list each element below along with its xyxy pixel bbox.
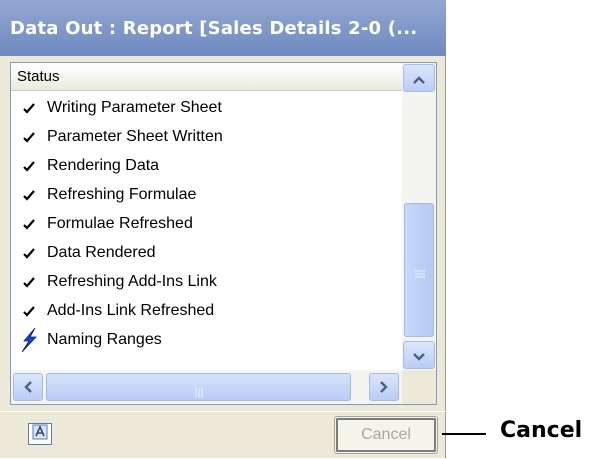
scrollbar-corner bbox=[402, 370, 436, 404]
list-item[interactable]: Refreshing Formulae bbox=[11, 180, 403, 209]
lightning-icon bbox=[19, 327, 39, 352]
scroll-up-button[interactable] bbox=[403, 64, 435, 92]
callout-line bbox=[442, 433, 486, 435]
checkmark-icon bbox=[19, 271, 39, 293]
chevron-right-icon bbox=[380, 378, 388, 397]
list-item-label: Parameter Sheet Written bbox=[47, 127, 223, 145]
grip-icon bbox=[194, 383, 204, 402]
list-item[interactable]: Data Rendered bbox=[11, 238, 403, 267]
checkmark-icon bbox=[19, 126, 39, 148]
list-item-label: Rendering Data bbox=[47, 156, 160, 174]
list-item-label: Refreshing Formulae bbox=[47, 185, 197, 203]
scroll-left-button[interactable] bbox=[13, 373, 43, 401]
horizontal-scroll-thumb[interactable] bbox=[46, 373, 351, 401]
checkmark-icon bbox=[19, 184, 39, 206]
chevron-up-icon bbox=[413, 69, 425, 88]
list-item[interactable]: Rendering Data bbox=[11, 151, 403, 180]
checkmark-icon bbox=[19, 97, 39, 119]
list-item[interactable]: Refreshing Add-Ins Link bbox=[11, 267, 403, 296]
help-button[interactable] bbox=[28, 423, 52, 445]
checkmark-icon bbox=[19, 155, 39, 177]
list-item-label: Writing Parameter Sheet bbox=[47, 98, 222, 116]
list-item[interactable]: Writing Parameter Sheet bbox=[11, 93, 403, 122]
list-item-label: Formulae Refreshed bbox=[47, 214, 193, 232]
status-list[interactable]: Status Writing Parameter Sheet Parameter… bbox=[10, 62, 437, 405]
grip-icon bbox=[415, 264, 425, 283]
scroll-down-button[interactable] bbox=[403, 341, 435, 369]
scroll-right-button[interactable] bbox=[369, 373, 399, 401]
title-bar[interactable]: Data Out : Report [Sales Details 2-0 (..… bbox=[0, 0, 446, 56]
checkmark-icon bbox=[19, 242, 39, 264]
status-rows: Writing Parameter Sheet Parameter Sheet … bbox=[11, 93, 403, 354]
list-item[interactable]: Formulae Refreshed bbox=[11, 209, 403, 238]
list-item[interactable]: Parameter Sheet Written bbox=[11, 122, 403, 151]
list-item[interactable]: Add-Ins Link Refreshed bbox=[11, 296, 403, 325]
status-column-header-label: Status bbox=[17, 68, 60, 85]
list-item-label: Data Rendered bbox=[47, 243, 156, 261]
checkmark-icon bbox=[19, 213, 39, 235]
chevron-down-icon bbox=[413, 346, 425, 365]
window-title: Data Out : Report [Sales Details 2-0 (..… bbox=[10, 17, 418, 39]
callout-label: Cancel bbox=[500, 418, 583, 443]
list-item[interactable]: Naming Ranges bbox=[11, 325, 403, 354]
list-item-label: Refreshing Add-Ins Link bbox=[47, 272, 217, 290]
cancel-button[interactable]: Cancel bbox=[334, 416, 438, 454]
progress-dialog: Data Out : Report [Sales Details 2-0 (..… bbox=[0, 0, 446, 458]
list-item-label: Add-Ins Link Refreshed bbox=[47, 301, 215, 319]
checkmark-icon bbox=[19, 300, 39, 322]
list-item-label: Naming Ranges bbox=[47, 330, 162, 348]
help-icon bbox=[32, 424, 48, 444]
chevron-left-icon bbox=[24, 378, 32, 397]
status-column-header[interactable]: Status bbox=[11, 63, 403, 91]
vertical-scrollbar[interactable] bbox=[402, 63, 436, 371]
horizontal-scrollbar[interactable] bbox=[11, 370, 403, 404]
vertical-scroll-thumb[interactable] bbox=[404, 203, 434, 337]
